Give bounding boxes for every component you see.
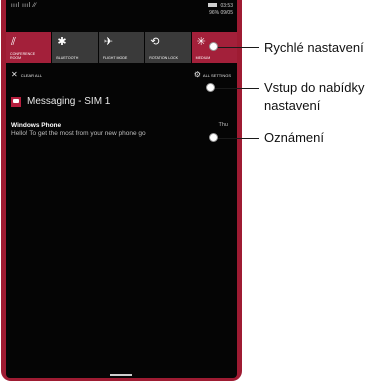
callout-quick-settings: Rychlé nastavení — [264, 40, 364, 55]
quick-setting-label: Rotation lock — [149, 56, 179, 60]
gear-icon: ⚙ — [193, 70, 201, 79]
quick-setting-label: Flight mode — [102, 56, 128, 60]
brightness-icon: ✳ — [196, 35, 206, 48]
quick-settings-row: ⫽ Conference room ✱ Bluetooth ✈ Flight m… — [6, 32, 237, 63]
battery-date: 96% 09/05 — [209, 10, 233, 16]
all-settings-button[interactable]: ⚙ All settings — [194, 71, 231, 79]
notification-time: Thu — [218, 122, 228, 128]
notification-group-header[interactable]: Messaging - SIM 1 — [11, 96, 110, 107]
quick-setting-label: Conference room — [10, 52, 36, 60]
callout-dot-notifications — [209, 133, 218, 142]
callout-line-notifications — [213, 138, 259, 139]
callout-settings-line2: nastavení — [264, 98, 321, 113]
notification-title: Windows Phone — [11, 122, 62, 129]
clear-all-label: Clear all — [20, 72, 43, 78]
airplane-icon: ✈ — [103, 35, 114, 48]
quick-setting-flight-mode[interactable]: ✈ Flight mode — [98, 32, 145, 63]
messaging-icon — [11, 96, 21, 107]
rotation-lock-icon: ⟲ — [150, 35, 160, 48]
home-indicator — [110, 374, 132, 376]
status-bar: ıııl ıııl ⁄⁄ 03:53 96% 09/05 — [6, 0, 237, 30]
clear-all-button[interactable]: ✕ Clear all — [11, 71, 42, 79]
clock: 03:53 — [220, 3, 233, 9]
quick-setting-wifi[interactable]: ⫽ Conference room — [6, 32, 52, 63]
close-icon: ✕ — [11, 70, 18, 79]
quick-setting-label: Medium — [195, 56, 211, 60]
quick-setting-label: Bluetooth — [56, 56, 79, 60]
callout-notifications: Oznámení — [264, 130, 324, 145]
callout-line-quick-settings — [213, 47, 259, 48]
notification-body: Hello! To get the most from your new pho… — [11, 130, 146, 137]
phone-screen: ıııl ıııl ⁄⁄ 03:53 96% 09/05 ⫽ Conferenc… — [6, 0, 237, 378]
callout-dot-settings — [206, 83, 215, 92]
actions-row: ✕ Clear all ⚙ All settings — [6, 71, 237, 81]
callout-line-settings — [210, 88, 259, 89]
quick-setting-rotation-lock[interactable]: ⟲ Rotation lock — [145, 32, 191, 63]
quick-setting-bluetooth[interactable]: ✱ Bluetooth — [52, 32, 98, 63]
signal-icons: ıııl ıııl ⁄⁄ — [11, 2, 37, 9]
bluetooth-icon: ✱ — [57, 35, 67, 48]
all-settings-label: All settings — [202, 72, 231, 78]
status-right: 03:53 96% 09/05 — [208, 3, 233, 17]
notification-item[interactable]: Windows Phone Thu Hello! To get the most… — [11, 122, 233, 137]
wifi-icon: ⫽ — [11, 35, 16, 48]
callout-dot-quick-settings — [209, 42, 218, 51]
callout-settings-line1: Vstup do nabídky — [264, 80, 365, 95]
battery-icon — [208, 3, 218, 7]
app-name: Messaging - SIM 1 — [27, 96, 111, 107]
phone-frame: ıııl ıııl ⁄⁄ 03:53 96% 09/05 ⫽ Conferenc… — [1, 0, 242, 381]
